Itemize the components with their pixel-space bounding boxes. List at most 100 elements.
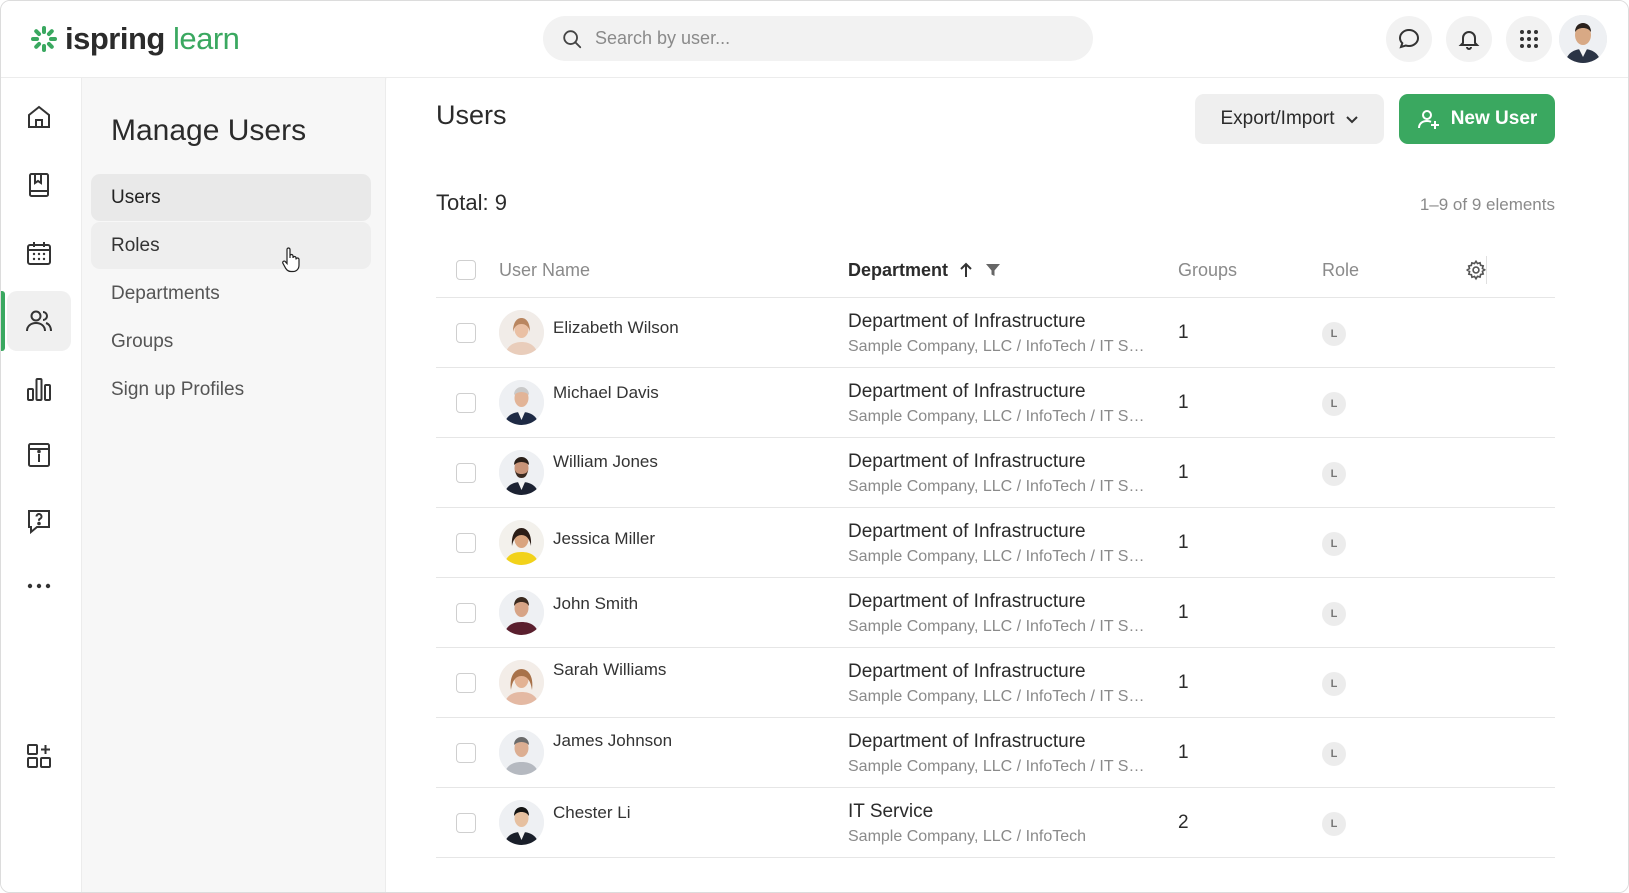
avatar-person-icon <box>499 380 544 425</box>
sidebar-item-roles[interactable]: Roles <box>91 222 371 269</box>
export-import-label: Export/Import <box>1220 108 1335 129</box>
column-department-label: Department <box>848 259 949 280</box>
more-icon <box>27 583 51 589</box>
user-avatar[interactable] <box>1559 15 1607 63</box>
department-name: Department of Infrastructure <box>848 451 1086 472</box>
notifications-button[interactable] <box>1446 16 1492 62</box>
department-name: Department of Infrastructure <box>848 521 1086 542</box>
rail-more[interactable] <box>7 556 71 616</box>
department-name: Department of Infrastructure <box>848 381 1086 402</box>
groups-count: 2 <box>1178 812 1189 833</box>
department-path: Sample Company, LLC / InfoTech / IT Ser.… <box>848 548 1148 565</box>
help-chat-icon <box>28 510 50 535</box>
table-row[interactable]: Michael Davis Department of Infrastructu… <box>436 368 1555 438</box>
new-user-button[interactable]: New User <box>1399 94 1555 144</box>
select-all-checkbox[interactable] <box>456 260 476 280</box>
avatar-person-icon <box>499 800 544 845</box>
ispring-logo-icon <box>31 26 57 52</box>
home-icon <box>28 105 50 128</box>
avatar <box>499 800 544 845</box>
avatar-person-icon <box>499 730 544 775</box>
table-row[interactable]: Chester Li IT Service Sample Company, LL… <box>436 788 1555 858</box>
rail-add-widget[interactable] <box>7 726 71 786</box>
search-icon <box>563 29 582 48</box>
department-name: Department of Infrastructure <box>848 661 1086 682</box>
column-user-name[interactable]: User Name <box>499 242 590 298</box>
role-badge: L <box>1322 392 1346 416</box>
avatar-person-icon <box>499 520 544 565</box>
department-name: Department of Infrastructure <box>848 731 1086 752</box>
groups-count: 1 <box>1178 602 1189 623</box>
row-checkbox[interactable] <box>456 533 476 553</box>
row-checkbox[interactable] <box>456 813 476 833</box>
avatar-person-icon <box>1559 15 1607 63</box>
role-badge: L <box>1322 532 1346 556</box>
table-settings-button[interactable] <box>1465 242 1487 298</box>
table-row[interactable]: John Smith Department of Infrastructure … <box>436 578 1555 648</box>
role-badge: L <box>1322 672 1346 696</box>
user-name[interactable]: Chester Li <box>553 803 630 823</box>
row-checkbox[interactable] <box>456 743 476 763</box>
column-groups[interactable]: Groups <box>1178 242 1237 298</box>
rail-info[interactable] <box>7 425 71 485</box>
rail-calendar[interactable] <box>7 223 71 283</box>
role-badge: L <box>1322 322 1346 346</box>
user-name[interactable]: Jessica Miller <box>553 529 655 549</box>
row-checkbox[interactable] <box>456 393 476 413</box>
sidebar-item-departments[interactable]: Departments <box>91 270 371 317</box>
row-checkbox[interactable] <box>456 673 476 693</box>
total-count: Total: 9 <box>436 190 507 215</box>
messages-button[interactable] <box>1386 16 1432 62</box>
department-path: Sample Company, LLC / InfoTech / IT Ser.… <box>848 758 1148 775</box>
select-all-cell <box>456 242 476 298</box>
search-input[interactable] <box>595 28 1055 49</box>
row-checkbox[interactable] <box>456 463 476 483</box>
sidebar-item-groups[interactable]: Groups <box>91 318 371 365</box>
column-department[interactable]: Department <box>848 242 1002 298</box>
table-row[interactable]: James Johnson Department of Infrastructu… <box>436 718 1555 788</box>
apps-button[interactable] <box>1506 16 1552 62</box>
groups-count: 1 <box>1178 532 1189 553</box>
sidebar-item-signup-profiles[interactable]: Sign up Profiles <box>91 366 371 413</box>
table-row[interactable]: William Jones Department of Infrastructu… <box>436 438 1555 508</box>
rail-courses[interactable] <box>7 155 71 215</box>
filter-icon[interactable] <box>984 261 1002 279</box>
user-name[interactable]: John Smith <box>553 594 638 614</box>
rail-reports[interactable] <box>7 359 71 419</box>
user-name[interactable]: William Jones <box>553 452 658 472</box>
export-import-button[interactable]: Export/Import <box>1195 94 1384 144</box>
avatar <box>499 590 544 635</box>
rail-home[interactable] <box>7 87 71 147</box>
table-row[interactable]: Elizabeth Wilson Department of Infrastru… <box>436 298 1555 368</box>
avatar <box>499 310 544 355</box>
gear-icon <box>1465 259 1487 281</box>
department-path: Sample Company, LLC / InfoTech <box>848 828 1087 845</box>
row-checkbox[interactable] <box>456 603 476 623</box>
avatar-person-icon <box>499 660 544 705</box>
rail-help[interactable] <box>7 491 71 551</box>
user-name[interactable]: Michael Davis <box>553 383 659 403</box>
user-name[interactable]: James Johnson <box>553 731 672 751</box>
search-bar[interactable] <box>543 16 1093 61</box>
manage-users-sidebar: Manage Users Users Roles Departments Gro… <box>82 78 386 892</box>
sidebar-item-users[interactable]: Users <box>91 174 371 221</box>
pagination-range: 1–9 of 9 elements <box>1419 195 1555 214</box>
table-row[interactable]: Sarah Williams Department of Infrastruct… <box>436 648 1555 718</box>
avatar <box>499 730 544 775</box>
avatar-person-icon <box>499 590 544 635</box>
user-name[interactable]: Sarah Williams <box>553 660 666 680</box>
calendar-icon <box>27 242 51 265</box>
row-checkbox[interactable] <box>456 323 476 343</box>
table-row[interactable]: Jessica Miller Department of Infrastruct… <box>436 508 1555 578</box>
department-path: Sample Company, LLC / InfoTech / IT Ser.… <box>848 618 1148 635</box>
sort-arrow-up-icon[interactable] <box>958 261 974 279</box>
user-name[interactable]: Elizabeth Wilson <box>553 318 679 338</box>
avatar <box>499 450 544 495</box>
column-role[interactable]: Role <box>1322 242 1359 298</box>
main-content: Users Export/Import New User Total: 9 1–… <box>387 78 1628 892</box>
logo[interactable]: ispring learn <box>29 19 240 59</box>
department-name: IT Service <box>848 801 934 822</box>
bar-chart-icon <box>27 378 51 401</box>
rail-users[interactable] <box>7 291 71 351</box>
groups-count: 1 <box>1178 392 1189 413</box>
